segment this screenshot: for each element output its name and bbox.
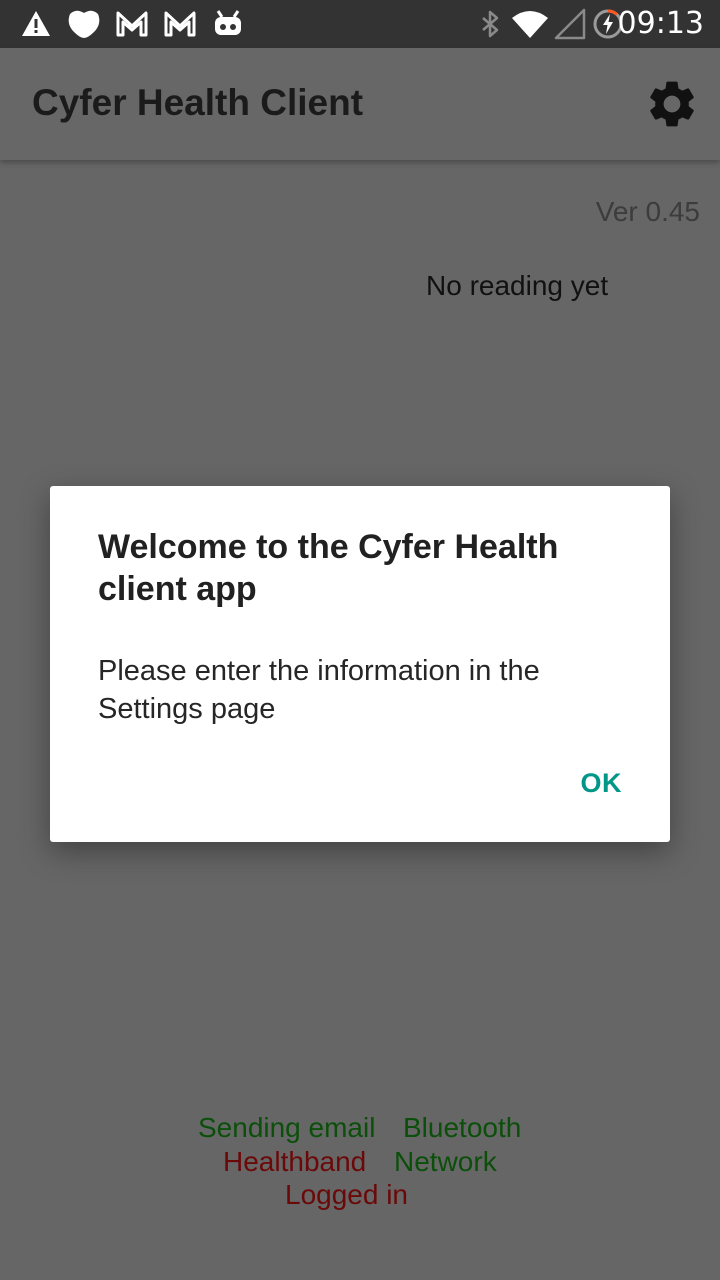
version-label: Ver 0.45	[595, 196, 700, 227]
reading-status: No reading yet	[426, 270, 609, 301]
shield-icon	[68, 10, 100, 38]
gmail-icon	[164, 11, 196, 37]
status-bluetooth: Bluetooth	[403, 1112, 522, 1143]
signal-icon	[554, 8, 586, 40]
dialog-title: Welcome to the Cyfer Health client app	[98, 528, 559, 608]
gear-icon	[650, 81, 694, 127]
dialog-message: Please enter the information in the Sett…	[98, 655, 540, 725]
status-bar: 09:13	[0, 0, 720, 48]
app-title: Cyfer Health Client	[32, 82, 364, 123]
android-icon	[215, 10, 241, 35]
app-bar: Cyfer Health Client	[0, 48, 720, 160]
clock: 09:13	[617, 6, 704, 41]
bluetooth-icon	[482, 10, 499, 38]
status-healthband: Healthband	[223, 1146, 367, 1177]
ok-button[interactable]: OK	[581, 768, 623, 799]
settings-button[interactable]	[644, 76, 700, 132]
status-network: Network	[394, 1146, 497, 1177]
warning-icon	[22, 11, 50, 36]
status-sending-email: Sending email	[198, 1112, 376, 1143]
wifi-icon	[512, 11, 548, 38]
welcome-dialog: Welcome to the Cyfer Health client app P…	[50, 486, 670, 842]
status-logged-in: Logged in	[285, 1179, 409, 1210]
gmail-icon	[116, 11, 148, 37]
